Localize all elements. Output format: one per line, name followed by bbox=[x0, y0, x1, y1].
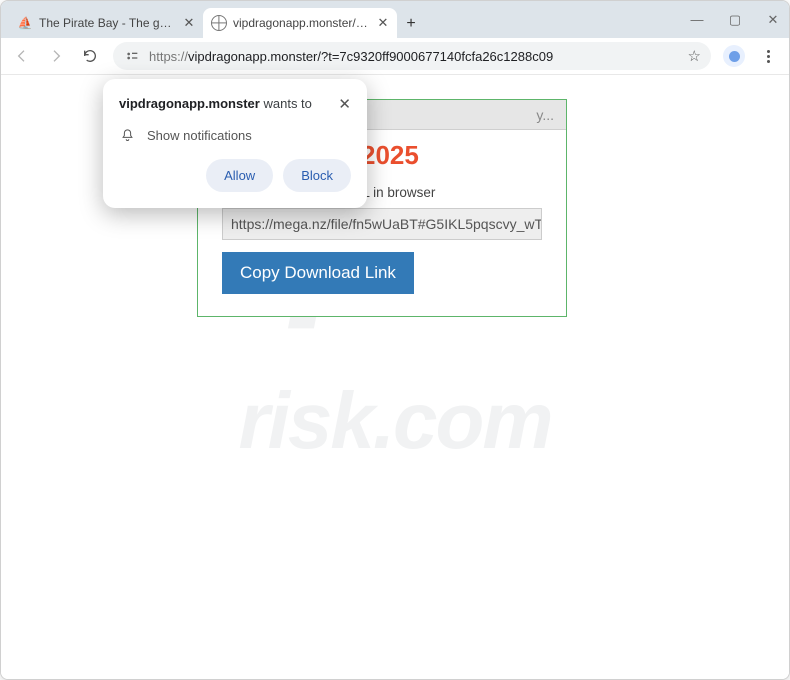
close-icon[interactable]: ✕ bbox=[338, 95, 351, 113]
allow-button[interactable]: Allow bbox=[206, 159, 273, 192]
bell-icon bbox=[119, 127, 135, 143]
bookmark-star-icon[interactable]: ☆ bbox=[688, 47, 701, 65]
permission-label: Show notifications bbox=[147, 128, 252, 143]
kebab-menu[interactable] bbox=[757, 45, 779, 67]
site-info-icon[interactable] bbox=[123, 47, 141, 65]
block-button[interactable]: Block bbox=[283, 159, 351, 192]
tab-title: The Pirate Bay - The galaxy's m bbox=[39, 16, 177, 30]
ship-icon: ⛵ bbox=[17, 15, 33, 31]
close-icon[interactable]: ✕ bbox=[377, 15, 389, 31]
notification-permission-dialog: vipdragonapp.monster wants to ✕ Show not… bbox=[103, 79, 367, 208]
tab-pirate-bay[interactable]: ⛵ The Pirate Bay - The galaxy's m ✕ bbox=[9, 8, 203, 38]
maximize-button[interactable]: ▢ bbox=[727, 12, 743, 28]
close-icon[interactable]: ✕ bbox=[183, 15, 195, 31]
tab-title: vipdragonapp.monster/?t=7c93 bbox=[233, 16, 371, 30]
profile-avatar[interactable] bbox=[723, 45, 745, 67]
new-tab-button[interactable]: + bbox=[397, 10, 425, 38]
watermark-subtext: risk.com bbox=[238, 375, 551, 467]
toolbar: https://vipdragonapp.monster/?t=7c9320ff… bbox=[1, 38, 789, 75]
download-url-input[interactable]: https://mega.nz/file/fn5wUaBT#G5IKL5pqsc… bbox=[222, 208, 542, 240]
url-text: https://vipdragonapp.monster/?t=7c9320ff… bbox=[149, 49, 680, 64]
back-button[interactable] bbox=[11, 45, 33, 67]
copy-download-link-button[interactable]: Copy Download Link bbox=[222, 252, 414, 294]
minimize-button[interactable]: — bbox=[689, 12, 705, 27]
globe-icon bbox=[211, 15, 227, 31]
forward-button[interactable] bbox=[45, 45, 67, 67]
permission-origin: vipdragonapp.monster wants to bbox=[119, 95, 330, 113]
tab-vipdragonapp[interactable]: vipdragonapp.monster/?t=7c93 ✕ bbox=[203, 8, 397, 38]
reload-button[interactable] bbox=[79, 45, 101, 67]
close-window-button[interactable]: ✕ bbox=[765, 12, 781, 28]
window-controls: — ▢ ✕ bbox=[689, 1, 781, 38]
tab-strip: ⛵ The Pirate Bay - The galaxy's m ✕ vipd… bbox=[1, 1, 789, 38]
address-bar[interactable]: https://vipdragonapp.monster/?t=7c9320ff… bbox=[113, 42, 711, 70]
